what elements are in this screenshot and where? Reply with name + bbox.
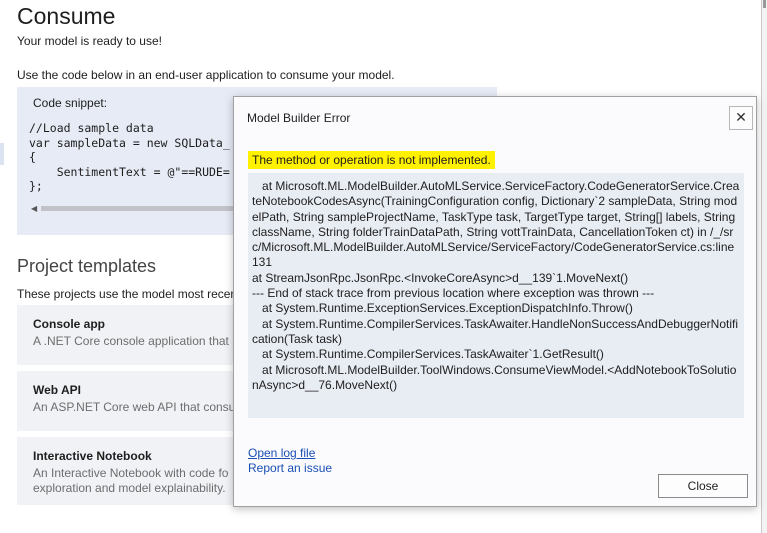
scrollbar-thumb[interactable] [41,206,253,211]
code-line: //Load sample data [29,121,154,135]
template-card-title: Interactive Notebook [33,449,152,463]
code-line: SentimentText = @"==RUDE= [29,164,230,179]
page-subtitle: Your model is ready to use! [17,34,162,48]
template-card-title: Web API [33,383,82,397]
close-icon[interactable]: ✕ [729,106,753,130]
open-log-file-link[interactable]: Open log file [248,446,315,460]
code-line: var sampleData = new SQLData_ [29,135,230,150]
project-templates-description: These projects use the model most recen [17,287,238,301]
instruction-text: Use the code below in an end-user applic… [17,68,395,82]
report-issue-link[interactable]: Report an issue [248,461,332,475]
code-snippet-label: Code snippet: [33,96,108,110]
stack-trace-box[interactable]: at Microsoft.ML.ModelBuilder.AutoMLServi… [248,173,744,418]
window-right-edge [761,0,767,533]
scroll-left-arrow-icon[interactable]: ◀ [31,204,37,213]
code-block[interactable]: //Load sample data var sampleData = new S… [29,121,230,194]
stack-trace-text: at Microsoft.ML.ModelBuilder.AutoMLServi… [252,179,740,392]
dialog-title: Model Builder Error [247,111,351,125]
project-templates-title: Project templates [17,256,157,276]
edge-tick [763,0,766,8]
page-title: Consume [17,3,116,29]
code-line: { [29,150,36,164]
template-card-title: Console app [33,317,106,331]
error-message: The method or operation is not implement… [248,151,495,169]
error-dialog: Model Builder Error ✕ The method or oper… [233,96,757,507]
close-button[interactable]: Close [658,474,748,498]
left-nav-marker [0,143,4,165]
code-horizontal-scrollbar[interactable]: ◀ [29,203,254,213]
code-line: }; [29,179,43,193]
